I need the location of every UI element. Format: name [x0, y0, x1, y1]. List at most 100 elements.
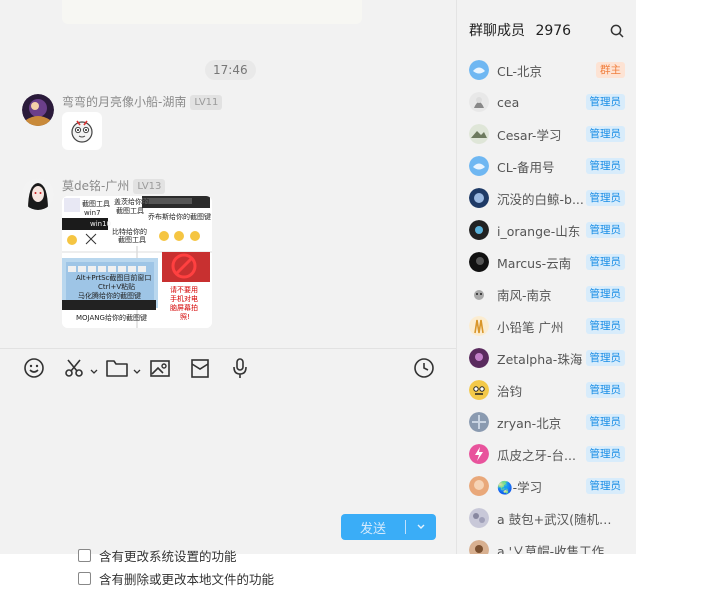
member-item[interactable]: 南风-南京 管理员 — [457, 278, 636, 310]
member-avatar — [469, 444, 489, 464]
background-option-label: 含有更改系统设置的功能 — [99, 549, 237, 564]
background-option-label: 含有删除或更改本地文件的功能 — [99, 572, 275, 587]
member-item[interactable]: i_orange-山东 管理员 — [457, 214, 636, 246]
member-name: cea — [497, 94, 520, 110]
chevron-down-icon — [417, 524, 425, 529]
admin-badge: 管理员 — [585, 286, 625, 302]
meme-text: 截图工具 — [118, 236, 146, 244]
member-name: a 鼓包+武汉(随机指... — [497, 511, 617, 527]
member-item[interactable]: 沉没的白鲸-b... 管理员 — [457, 182, 636, 214]
admin-badge: 管理员 — [585, 126, 625, 142]
background-checkbox[interactable] — [78, 572, 91, 585]
sender-avatar[interactable] — [22, 178, 54, 210]
member-name: CL-北京 — [497, 63, 542, 79]
red-packet-button[interactable] — [187, 354, 213, 382]
member-name: 🌏-学习 — [497, 479, 543, 495]
admin-badge: 管理员 — [585, 158, 625, 174]
file-dropdown[interactable] — [132, 362, 142, 374]
member-avatar — [469, 92, 489, 112]
sender-avatar[interactable] — [22, 94, 54, 126]
composer-toolbar — [0, 354, 456, 384]
meme-text: Ctrl+V粘贴 — [98, 283, 136, 291]
screenshot-dropdown[interactable] — [89, 362, 99, 374]
admin-badge: 管理员 — [585, 222, 625, 238]
sender-name-text: 莫de铭-广州 — [62, 179, 130, 193]
member-item[interactable]: CL-北京 群主 — [457, 54, 636, 86]
admin-badge: 管理员 — [585, 446, 625, 462]
member-panel-title: 群聊成员 2976 — [469, 20, 571, 40]
member-item[interactable]: Zetalpha-珠海 管理员 — [457, 342, 636, 374]
search-icon — [610, 24, 624, 38]
send-button[interactable]: 发送 — [341, 514, 436, 540]
member-name: i_orange-山东 — [497, 223, 581, 239]
microphone-icon — [233, 358, 247, 378]
send-label: 发送 — [359, 521, 386, 537]
member-avatar — [469, 540, 489, 554]
member-item[interactable]: Marcus-云南 管理员 — [457, 246, 636, 278]
member-name: 沉没的白鲸-b... — [497, 191, 584, 207]
level-badge: LV11 — [190, 95, 223, 110]
member-avatar — [469, 156, 489, 176]
admin-badge: 管理员 — [585, 190, 625, 206]
member-name: 南风-南京 — [497, 287, 552, 303]
admin-badge: 管理员 — [585, 318, 625, 334]
member-title-text: 群聊成员 — [469, 23, 525, 39]
background-option-item[interactable]: 含有删除或更改本地文件的功能 — [78, 569, 274, 588]
image-button[interactable] — [147, 354, 173, 382]
member-search-button[interactable] — [609, 23, 625, 39]
meme-text: Alt+PrtSc截图目前窗口 — [76, 274, 152, 282]
member-item[interactable]: 小铅笔 广州 管理员 — [457, 310, 636, 342]
voice-button[interactable] — [227, 354, 253, 382]
history-button[interactable] — [411, 354, 437, 382]
message-input[interactable] — [14, 390, 442, 500]
screenshot-button[interactable] — [61, 354, 87, 382]
member-item[interactable]: a 鼓包+武汉(随机指... — [457, 502, 636, 534]
member-name: Zetalpha-珠海 — [497, 351, 583, 367]
member-item[interactable]: 🌏-学习 管理员 — [457, 470, 636, 502]
scissors-icon — [65, 359, 83, 377]
meme-text: 盖茨给你的 — [114, 198, 149, 206]
emoji-button[interactable] — [21, 354, 47, 382]
member-item[interactable]: cea 管理员 — [457, 86, 636, 118]
admin-badge: 管理员 — [585, 382, 625, 398]
member-item[interactable]: 治钧 管理员 — [457, 374, 636, 406]
emoji-icon — [24, 358, 44, 378]
admin-badge: 管理员 — [585, 414, 625, 430]
image-icon — [150, 360, 170, 377]
sender-name: 弯弯的月亮像小船-湖南 LV11 — [62, 93, 223, 110]
member-item[interactable]: 瓜皮之牙-台... 管理员 — [457, 438, 636, 470]
meme-text: 照! — [180, 313, 190, 321]
admin-badge: 管理员 — [585, 478, 625, 494]
member-name: Cesar-学习 — [497, 127, 562, 143]
background-option-item[interactable]: 含有更改系统设置的功能 — [78, 546, 237, 565]
member-item[interactable]: CL-备用号 管理员 — [457, 150, 636, 182]
red-packet-icon — [191, 359, 209, 378]
member-name: 瓜皮之牙-台... — [497, 447, 576, 463]
admin-badge: 管理员 — [585, 254, 625, 270]
member-avatar — [469, 476, 489, 496]
member-avatar — [469, 60, 489, 80]
member-item[interactable]: a '乂草帽-收售工作... — [457, 534, 636, 554]
file-button[interactable] — [104, 354, 130, 382]
sender-name-text: 弯弯的月亮像小船-湖南 — [62, 95, 187, 109]
sticker-message[interactable] — [62, 112, 102, 150]
member-item[interactable]: Cesar-学习 管理员 — [457, 118, 636, 150]
level-badge: LV13 — [133, 179, 166, 194]
send-options-dropdown[interactable] — [406, 522, 436, 532]
meme-text: 比特给你的 — [112, 228, 147, 236]
folder-icon — [106, 360, 128, 377]
chat-panel: 17:46 弯弯的月亮像小船-湖南 LV11 莫de铭-广州 LV13 截图工具… — [0, 0, 456, 554]
member-name: Marcus-云南 — [497, 255, 572, 271]
time-divider: 17:46 — [205, 60, 256, 80]
image-message[interactable]: 截图工具 win7 盖茨给你的 截图工具 win10 比特给你的 截图工具 乔布… — [62, 196, 212, 328]
member-list: CL-北京 群主 cea 管理员 Cesar-学习 管理员 CL-备用号 管理员… — [457, 54, 636, 554]
member-avatar — [469, 316, 489, 336]
member-avatar — [469, 348, 489, 368]
history-icon — [414, 358, 434, 378]
member-avatar — [469, 220, 489, 240]
admin-badge: 管理员 — [585, 94, 625, 110]
member-item[interactable]: zryan-北京 管理员 — [457, 406, 636, 438]
meme-text: 马化腾给你的截图键 — [78, 292, 141, 300]
background-checkbox[interactable] — [78, 549, 91, 562]
member-avatar — [469, 380, 489, 400]
